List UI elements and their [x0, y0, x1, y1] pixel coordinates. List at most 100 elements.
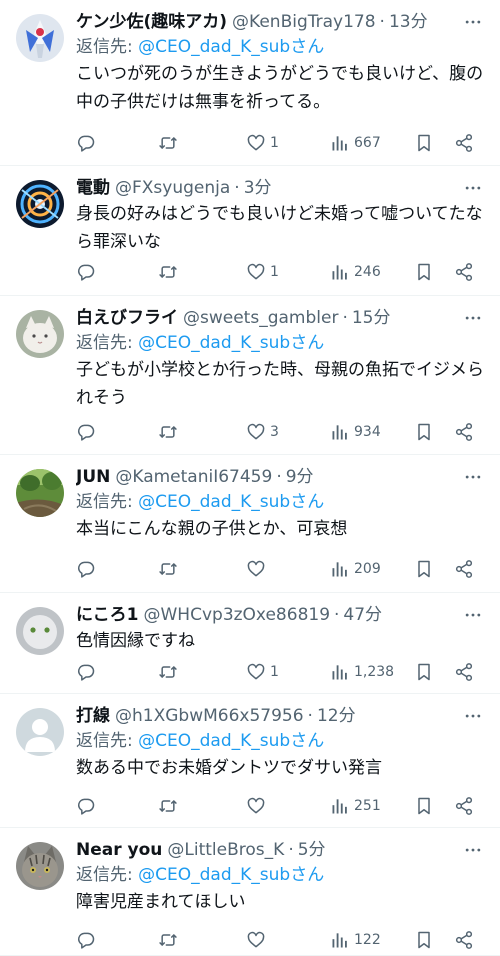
tweet[interactable]: 打線 @h1XGbwM66x57956 · 12分 返信先: @CEO_dad_K_su… — [0, 694, 500, 828]
timestamp[interactable]: 5分 — [298, 838, 326, 862]
share-button[interactable] — [454, 557, 474, 581]
more-options-icon[interactable] — [460, 704, 486, 728]
like-button[interactable] — [246, 928, 266, 952]
reply-button[interactable] — [76, 928, 96, 952]
user-handle[interactable]: @h1XGbwM66x57956 — [115, 704, 304, 728]
views-button[interactable]: 1,238 — [330, 660, 394, 684]
tweet[interactable]: にころ1 @WHCvp3zOxe86819 · 47分 色情因縁ですね 1 1,238 — [0, 593, 500, 694]
replying-to: 返信先: @CEO_dad_K_subさん — [76, 34, 486, 60]
avatar[interactable] — [16, 310, 64, 358]
like-button[interactable]: 1 — [246, 660, 279, 684]
like-button[interactable] — [246, 794, 266, 818]
bookmark-button[interactable] — [414, 557, 434, 581]
retweet-button[interactable] — [158, 420, 178, 444]
retweet-button[interactable] — [158, 131, 178, 155]
like-button[interactable]: 1 — [246, 131, 279, 155]
reply-button[interactable] — [76, 557, 96, 581]
share-button[interactable] — [454, 660, 474, 684]
reply-button[interactable] — [76, 131, 96, 155]
display-name[interactable]: 打線 — [76, 704, 110, 728]
share-button[interactable] — [454, 794, 474, 818]
reply-icon — [76, 662, 96, 682]
tweet[interactable]: Near you @LittleBros_K · 5分 返信先: @CEO_dad_K_… — [0, 828, 500, 956]
timestamp[interactable]: 3分 — [244, 176, 272, 200]
like-button[interactable]: 1 — [246, 260, 279, 284]
more-options-icon[interactable] — [460, 465, 486, 489]
reply-button[interactable] — [76, 260, 96, 284]
avatar[interactable] — [16, 708, 64, 756]
like-icon — [246, 662, 266, 682]
tweet[interactable]: 白えびフライ @sweets_gambler · 15分 返信先: @CEO_dad_K… — [0, 296, 500, 455]
tweet[interactable]: JUN @KametaniI67459 · 9分 返信先: @CEO_dad_K_sub… — [0, 455, 500, 593]
timestamp[interactable]: 9分 — [286, 465, 314, 489]
bookmark-button[interactable] — [414, 260, 434, 284]
user-handle[interactable]: @LittleBros_K — [167, 838, 284, 862]
views-button[interactable]: 246 — [330, 260, 381, 284]
timestamp[interactable]: 47分 — [343, 603, 382, 627]
like-button[interactable]: 3 — [246, 420, 279, 444]
views-button[interactable]: 209 — [330, 557, 381, 581]
tweet-header: にころ1 @WHCvp3zOxe86819 · 47分 — [76, 603, 486, 627]
tweet[interactable]: ケン少佐(趣味アカ) @KenBigTray178 · 13分 返信先: @CEO_da… — [0, 0, 500, 166]
user-handle[interactable]: @KametaniI67459 — [115, 465, 272, 489]
timestamp[interactable]: 13分 — [389, 10, 428, 34]
avatar[interactable] — [16, 469, 64, 517]
separator-dot: · — [379, 12, 385, 32]
more-options-icon[interactable] — [460, 176, 486, 200]
more-options-icon[interactable] — [460, 10, 486, 34]
tweet-content: ケン少佐(趣味アカ) @KenBigTray178 · 13分 返信先: @CEO_da… — [76, 10, 486, 116]
bookmark-button[interactable] — [414, 928, 434, 952]
display-name[interactable]: 電動 — [76, 176, 110, 200]
share-button[interactable] — [454, 131, 474, 155]
display-name[interactable]: にころ1 — [76, 603, 139, 627]
bookmark-button[interactable] — [414, 794, 434, 818]
bookmark-button[interactable] — [414, 420, 434, 444]
bookmark-button[interactable] — [414, 131, 434, 155]
views-button[interactable]: 667 — [330, 131, 381, 155]
reply-mention-link[interactable]: @CEO_dad_K_subさん — [138, 37, 324, 57]
reply-mention-link[interactable]: @CEO_dad_K_subさん — [138, 865, 324, 885]
display-name[interactable]: JUN — [76, 465, 110, 489]
views-button[interactable]: 934 — [330, 420, 381, 444]
like-button[interactable] — [246, 557, 266, 581]
reply-mention-link[interactable]: @CEO_dad_K_subさん — [138, 731, 324, 751]
reply-mention-link[interactable]: @CEO_dad_K_subさん — [138, 492, 324, 512]
retweet-button[interactable] — [158, 260, 178, 284]
more-options-icon[interactable] — [460, 603, 486, 627]
like-icon — [246, 930, 266, 950]
reply-button[interactable] — [76, 420, 96, 444]
retweet-button[interactable] — [158, 794, 178, 818]
display-name[interactable]: ケン少佐(趣味アカ) — [76, 10, 227, 34]
separator-dot: · — [234, 178, 240, 198]
share-button[interactable] — [454, 260, 474, 284]
display-name[interactable]: Near you — [76, 838, 162, 862]
retweet-button[interactable] — [158, 557, 178, 581]
avatar[interactable] — [16, 180, 64, 228]
user-handle[interactable]: @FXsyugenja — [115, 176, 230, 200]
timestamp[interactable]: 12分 — [317, 704, 356, 728]
share-button[interactable] — [454, 928, 474, 952]
tweet[interactable]: 電動 @FXsyugenja · 3分 身長の好みはどうでも良いけど未婚って嘘ついてたな… — [0, 166, 500, 296]
retweet-icon — [158, 422, 178, 442]
avatar[interactable] — [16, 607, 64, 655]
user-handle[interactable]: @KenBigTray178 — [232, 10, 376, 34]
views-button[interactable]: 122 — [330, 928, 381, 952]
user-handle[interactable]: @sweets_gambler — [183, 306, 338, 330]
avatar[interactable] — [16, 14, 64, 62]
display-name[interactable]: 白えびフライ — [76, 306, 178, 330]
share-button[interactable] — [454, 420, 474, 444]
timestamp[interactable]: 15分 — [352, 306, 391, 330]
reply-button[interactable] — [76, 660, 96, 684]
more-options-icon[interactable] — [460, 306, 486, 330]
more-options-icon[interactable] — [460, 838, 486, 862]
bookmark-button[interactable] — [414, 660, 434, 684]
retweet-button[interactable] — [158, 928, 178, 952]
reply-button[interactable] — [76, 794, 96, 818]
user-handle[interactable]: @WHCvp3zOxe86819 — [144, 603, 331, 627]
reply-mention-link[interactable]: @CEO_dad_K_subさん — [138, 333, 324, 353]
avatar[interactable] — [16, 842, 64, 890]
views-button[interactable]: 251 — [330, 794, 381, 818]
retweet-button[interactable] — [158, 660, 178, 684]
share-icon — [454, 133, 474, 153]
tweet-content: JUN @KametaniI67459 · 9分 返信先: @CEO_dad_K_sub… — [76, 465, 486, 543]
